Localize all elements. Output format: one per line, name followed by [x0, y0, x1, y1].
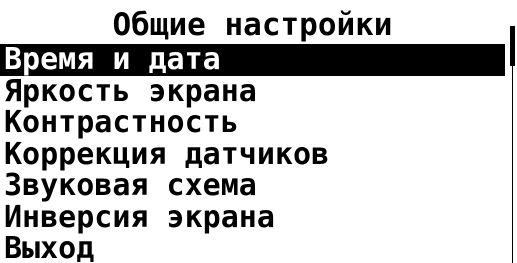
- scrollbar-thumb[interactable]: [510, 26, 515, 66]
- menu-item-contrast[interactable]: Контрастность: [0, 107, 505, 139]
- screen-title: Общие настройки: [112, 7, 393, 43]
- menu-item-screen-inversion[interactable]: Инверсия экрана: [0, 202, 505, 234]
- settings-menu: Время и дата Яркость экрана Контрастност…: [0, 44, 505, 263]
- menu-item-screen-brightness[interactable]: Яркость экрана: [0, 76, 505, 108]
- menu-item-exit[interactable]: Выход: [0, 233, 505, 263]
- menu-scrollbar[interactable]: [507, 26, 517, 263]
- menu-item-time-date[interactable]: Время и дата: [0, 44, 505, 76]
- menu-item-sound-scheme[interactable]: Звуковая схема: [0, 170, 505, 202]
- settings-screen: Общие настройки Время и дата Яркость экр…: [0, 0, 517, 263]
- menu-item-sensor-correction[interactable]: Коррекция датчиков: [0, 139, 505, 171]
